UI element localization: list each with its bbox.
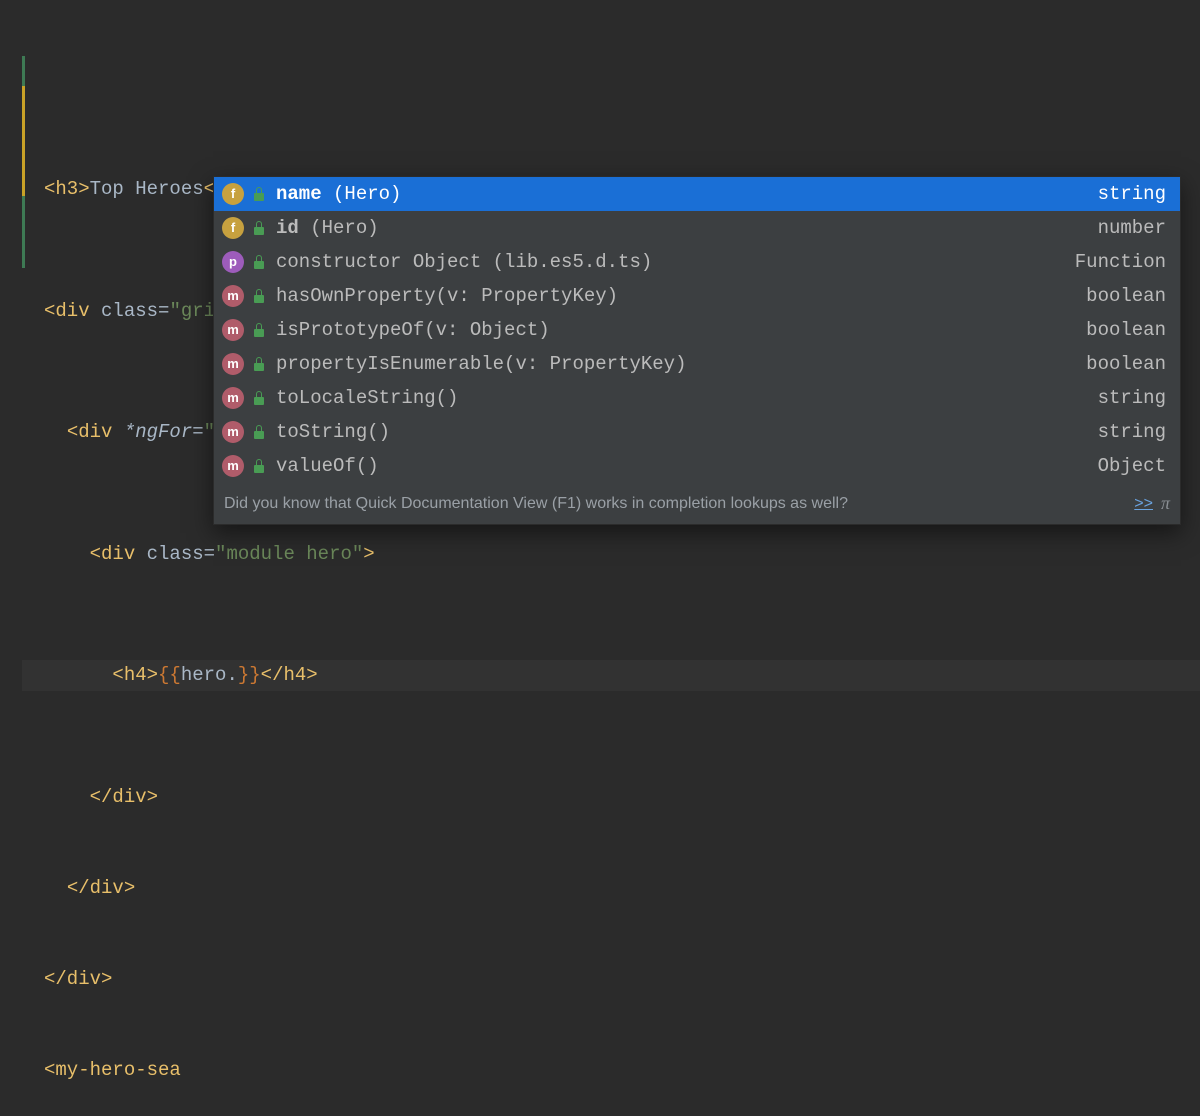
completion-label: isPrototypeOf(v: Object) <box>276 315 550 345</box>
completion-item[interactable]: f id (Hero) number <box>214 211 1180 245</box>
completion-item[interactable]: f name (Hero) string <box>214 177 1180 211</box>
public-icon <box>252 425 266 439</box>
completion-label: name (Hero) <box>276 179 401 209</box>
completion-label: toString() <box>276 417 390 447</box>
code-line[interactable]: <div class="module hero"> <box>22 539 1200 569</box>
code-editor[interactable]: <h3>Top Heroes</h3> <div class="grid gri… <box>0 0 1200 1116</box>
method-icon: m <box>222 319 244 341</box>
method-icon: m <box>222 421 244 443</box>
method-icon: m <box>222 353 244 375</box>
completion-label: constructor Object (lib.es5.d.ts) <box>276 247 652 277</box>
public-icon <box>252 255 266 269</box>
completion-type: string <box>1098 383 1166 413</box>
completion-type: Object <box>1098 451 1166 481</box>
completion-item[interactable]: p constructor Object (lib.es5.d.ts) Functi… <box>214 245 1180 279</box>
public-icon <box>252 289 266 303</box>
completion-type: string <box>1098 179 1166 209</box>
completion-footer: Did you know that Quick Documentation Vi… <box>214 483 1180 524</box>
completion-label: valueOf() <box>276 451 379 481</box>
completion-type: boolean <box>1086 281 1166 311</box>
footer-more-link[interactable]: >> <box>1134 491 1153 517</box>
change-marker <box>22 86 25 148</box>
completion-type: boolean <box>1086 349 1166 379</box>
public-icon <box>252 221 266 235</box>
code-line-active[interactable]: <h4>{{hero.}}</h4> <box>22 660 1200 690</box>
completion-item[interactable]: m toString() string <box>214 415 1180 449</box>
property-icon: p <box>222 251 244 273</box>
field-icon: f <box>222 183 244 205</box>
field-icon: f <box>222 217 244 239</box>
completion-label: toLocaleString() <box>276 383 458 413</box>
code-line[interactable]: </div> <box>22 782 1200 812</box>
completion-popup[interactable]: f name (Hero) string f id (Hero) number p const… <box>213 176 1181 525</box>
code-line[interactable]: </div> <box>22 964 1200 994</box>
completion-item[interactable]: m hasOwnProperty(v: PropertyKey) boolean <box>214 279 1180 313</box>
code-line[interactable]: </div> <box>22 873 1200 903</box>
method-icon: m <box>222 285 244 307</box>
completion-label: hasOwnProperty(v: PropertyKey) <box>276 281 618 311</box>
pi-icon[interactable]: π <box>1161 489 1170 518</box>
footer-tip-text: Did you know that Quick Documentation Vi… <box>224 491 848 517</box>
public-icon <box>252 459 266 473</box>
public-icon <box>252 187 266 201</box>
public-icon <box>252 391 266 405</box>
completion-type: Function <box>1075 247 1166 277</box>
completion-type: boolean <box>1086 315 1166 345</box>
method-icon: m <box>222 387 244 409</box>
completion-item[interactable]: m isPrototypeOf(v: Object) boolean <box>214 313 1180 347</box>
completion-item[interactable]: m propertyIsEnumerable(v: PropertyKey) boo… <box>214 347 1180 381</box>
completion-item[interactable]: m valueOf() Object <box>214 449 1180 483</box>
completion-type: string <box>1098 417 1166 447</box>
code-line[interactable]: <my-hero-sea <box>22 1055 1200 1085</box>
completion-label: propertyIsEnumerable(v: PropertyKey) <box>276 349 686 379</box>
public-icon <box>252 323 266 337</box>
method-icon: m <box>222 455 244 477</box>
completion-item[interactable]: m toLocaleString() string <box>214 381 1180 415</box>
public-icon <box>252 357 266 371</box>
completion-label: id (Hero) <box>276 213 379 243</box>
completion-type: number <box>1098 213 1166 243</box>
